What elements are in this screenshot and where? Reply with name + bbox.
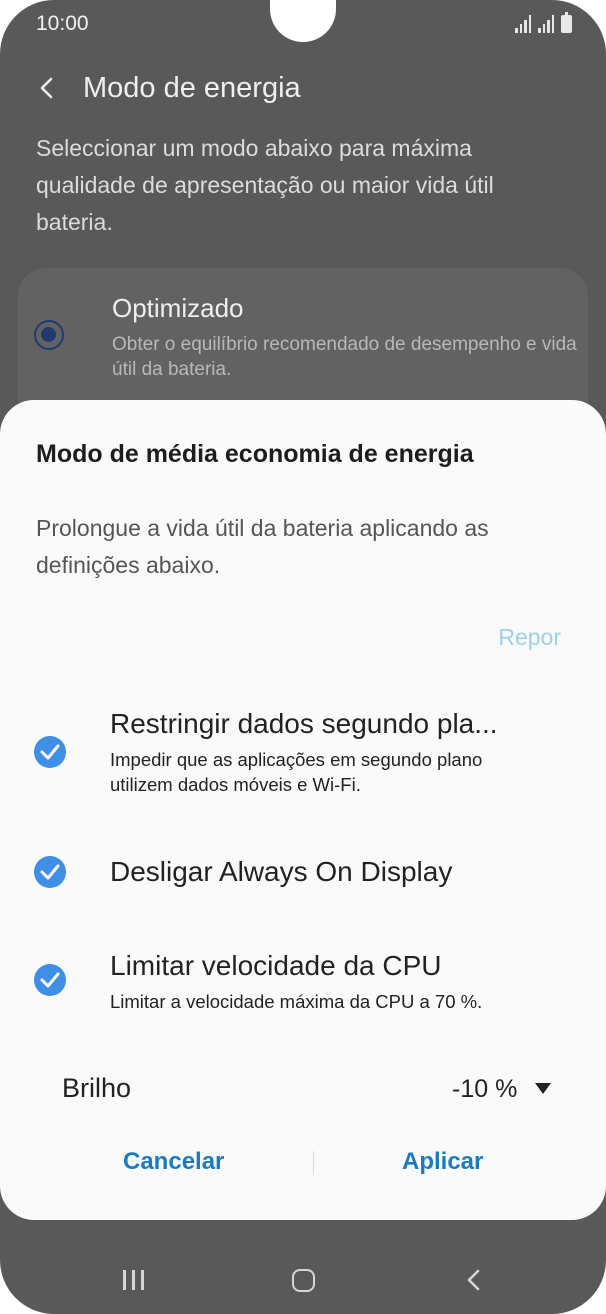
status-icons <box>515 11 572 33</box>
brightness-value[interactable]: -10 % <box>452 1075 517 1104</box>
page-title: Modo de energia <box>83 72 301 104</box>
setting-description: Limitar a velocidade máxima da CPU a 70 … <box>110 991 483 1012</box>
dialog-title: Modo de média economia de energia <box>36 440 474 468</box>
optimized-radio[interactable] <box>34 320 64 350</box>
setting-title[interactable]: Desligar Always On Display <box>110 856 452 888</box>
check-circle-icon[interactable] <box>34 964 66 996</box>
home-icon[interactable] <box>292 1269 315 1292</box>
check-icon <box>40 864 60 880</box>
back-icon[interactable] <box>464 1268 484 1292</box>
back-button[interactable] <box>34 74 62 102</box>
triangle-down-icon[interactable] <box>535 1083 551 1094</box>
status-time: 10:00 <box>36 12 89 35</box>
reset-button[interactable]: Repor <box>498 624 561 651</box>
check-icon <box>40 744 60 760</box>
optimized-title[interactable]: Optimizado <box>112 293 244 324</box>
apply-button[interactable]: Aplicar <box>402 1148 483 1176</box>
check-circle-icon[interactable] <box>34 736 66 768</box>
signal-icon <box>538 15 554 33</box>
cancel-button[interactable]: Cancelar <box>123 1148 224 1176</box>
check-icon <box>40 972 60 988</box>
check-circle-icon[interactable] <box>34 856 66 888</box>
brightness-label: Brilho <box>62 1073 132 1103</box>
page-description: Seleccionar um modo abaixo para máxima q… <box>36 135 494 235</box>
optimized-description: Obter o equilíbrio recomendado de desemp… <box>112 334 577 380</box>
arrow-left-icon <box>40 77 53 99</box>
setting-title[interactable]: Restringir dados segundo pla... <box>110 708 498 740</box>
chevron-left-icon <box>467 1269 480 1291</box>
button-divider <box>313 1151 314 1175</box>
camera-notch <box>270 0 336 42</box>
dialog-description: Prolongue a vida útil da bateria aplican… <box>36 515 489 578</box>
setting-description: Impedir que as aplicações em segundo pla… <box>110 749 483 795</box>
phone-screen: 10:00 Modo de energia Seleccionar um mod… <box>0 0 606 1314</box>
signal-icon <box>515 15 531 33</box>
recent-apps-icon[interactable] <box>123 1270 145 1290</box>
battery-icon <box>561 12 572 33</box>
setting-title[interactable]: Limitar velocidade da CPU <box>110 950 442 982</box>
